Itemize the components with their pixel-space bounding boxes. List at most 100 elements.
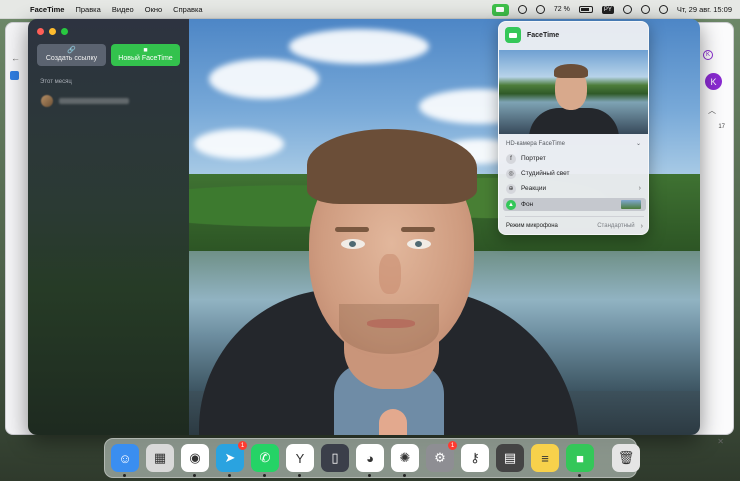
launchpad-glyph: ▦	[153, 450, 167, 465]
popover-header: FaceTime	[505, 27, 559, 43]
eye	[407, 239, 431, 249]
dock-system-settings-icon[interactable]: ⚙ 1	[426, 441, 457, 472]
new-facetime-button[interactable]: ■ Новый FaceTime	[111, 44, 180, 66]
menu-help[interactable]: Справка	[173, 5, 202, 14]
zoom-window-button[interactable]	[61, 28, 68, 35]
dock-chatgpt-icon[interactable]: ✺	[391, 444, 419, 477]
background-image-thumbnail[interactable]	[621, 200, 641, 209]
camera-name: HD-камера FaceTime	[506, 141, 566, 147]
finder-glyph: ☺	[118, 450, 132, 466]
dock-yandex-browser-icon[interactable]: Y	[286, 444, 314, 477]
dock-telegram-icon[interactable]: ➤ 1	[216, 441, 247, 477]
whatsapp-glyph: ✆	[259, 450, 271, 465]
menu-clock[interactable]: Чт, 29 авг. 15:09	[677, 5, 732, 14]
window-controls	[37, 28, 68, 35]
sync-status-icon[interactable]	[535, 5, 545, 14]
mic-mode-value: Стандартный	[597, 223, 635, 229]
dock-chrome-icon[interactable]: ◉	[181, 444, 209, 477]
eyebrow	[401, 227, 435, 232]
contact-name-redacted	[59, 98, 129, 104]
running-indicator	[368, 474, 371, 477]
new-facetime-label: Новый FaceTime	[118, 55, 173, 62]
dock-launchpad-icon[interactable]: ▦	[146, 444, 174, 472]
video-camera-icon: ■	[143, 47, 148, 54]
back-arrow-icon[interactable]: ←	[11, 53, 20, 63]
mic-mode-row[interactable]: Режим микрофона Стандартный ›	[506, 223, 643, 230]
battery-percent: 72 %	[553, 6, 570, 13]
facetime-status-icon[interactable]	[491, 3, 509, 16]
user-video	[199, 119, 579, 435]
status-area: 72 % PY Чт, 29 авг. 15:09	[491, 0, 732, 19]
thumb	[379, 409, 407, 435]
effect-studio-light[interactable]: ◎ Студийный свет	[503, 167, 646, 180]
effect-portrait-label: Портрет	[521, 155, 546, 162]
chatgpt-glyph: ✺	[399, 450, 411, 465]
iphone-mirroring-glyph: ▯	[331, 450, 339, 465]
divider	[505, 216, 644, 217]
cloud	[289, 29, 429, 64]
link-icon: 🔗	[67, 47, 76, 54]
notification-badge: 1	[238, 441, 247, 450]
chevron-up-icon[interactable]: ︿	[708, 105, 716, 116]
input-source-indicator[interactable]: PY	[601, 5, 614, 14]
menu-window[interactable]: Окно	[145, 5, 162, 14]
facetime-app-icon	[505, 27, 521, 43]
chevron-down-icon[interactable]: ⌄	[636, 140, 641, 147]
effect-reactions-label: Реакции	[521, 185, 547, 192]
eye	[341, 239, 365, 249]
menu-edit[interactable]: Правка	[75, 5, 100, 14]
battery-icon[interactable]	[578, 6, 593, 13]
effect-portrait[interactable]: f Портрет	[503, 152, 646, 165]
effect-studio-light-label: Студийный свет	[521, 170, 570, 177]
minimize-window-button[interactable]	[49, 28, 56, 35]
menu-app-name[interactable]: FaceTime	[30, 5, 64, 14]
profile-avatar[interactable]: K	[705, 73, 722, 90]
cloud	[209, 59, 319, 99]
studio-light-icon: ◎	[506, 168, 516, 179]
chevron-right-icon: ›	[638, 185, 641, 192]
vk-tab-icon[interactable]	[10, 71, 19, 80]
create-link-button[interactable]: 🔗 Создать ссылку	[37, 44, 106, 66]
recent-call-item[interactable]	[41, 94, 171, 108]
background-icon: ▲	[506, 199, 516, 210]
hair	[307, 129, 477, 204]
close-icon[interactable]: ✕	[717, 437, 724, 446]
preview-body	[529, 108, 619, 134]
dock-notes-icon[interactable]: ≡	[531, 444, 559, 472]
calculator-glyph: ▤	[503, 450, 517, 465]
search-icon[interactable]	[658, 5, 668, 14]
dock-finder-icon[interactable]: ☺	[111, 444, 139, 477]
chevron-right-icon: ›	[640, 223, 643, 230]
dock-vpn-app-icon[interactable]: ◕	[356, 444, 384, 477]
dock-trash-icon[interactable]: 🗑	[612, 444, 640, 472]
control-center-icon[interactable]	[622, 5, 632, 14]
running-indicator	[298, 474, 301, 477]
dock-whatsapp-icon[interactable]: ✆	[251, 444, 279, 477]
nose	[379, 254, 401, 294]
effect-background[interactable]: ▲ Фон	[503, 198, 646, 211]
dock-keepass-icon[interactable]: ⚷	[461, 444, 489, 472]
dock-calculator-icon[interactable]: ▤	[496, 444, 524, 472]
facetime-sidebar: 🔗 Создать ссылку ■ Новый FaceTime Этот м…	[28, 19, 189, 435]
recents-section-label: Этот месяц	[40, 79, 72, 85]
video-effects-popover: FaceTime HD-камера FaceTime ⌄ f Портрет …	[498, 21, 649, 235]
popover-app-name: FaceTime	[527, 31, 560, 39]
eyebrow	[335, 227, 369, 232]
dock-iphone-mirroring-icon[interactable]: ▯	[321, 444, 349, 472]
running-indicator	[228, 474, 231, 477]
running-indicator	[123, 474, 126, 477]
contact-avatar	[41, 95, 53, 107]
vpn-status-icon[interactable]	[517, 5, 527, 14]
close-window-button[interactable]	[37, 28, 44, 35]
mic-mode-label: Режим микрофона	[506, 223, 558, 229]
video-preview-thumbnail	[499, 50, 648, 134]
mouth	[367, 319, 415, 328]
wifi-icon[interactable]	[640, 5, 650, 14]
menu-video[interactable]: Видео	[112, 5, 134, 14]
effect-reactions[interactable]: ⊕ Реакции ›	[503, 182, 646, 195]
create-link-label: Создать ссылку	[45, 55, 98, 62]
reactions-icon: ⊕	[506, 183, 516, 194]
running-indicator	[193, 474, 196, 477]
profile-avatar-small[interactable]: K	[703, 50, 713, 60]
dock-facetime-icon[interactable]: ■	[566, 444, 594, 477]
